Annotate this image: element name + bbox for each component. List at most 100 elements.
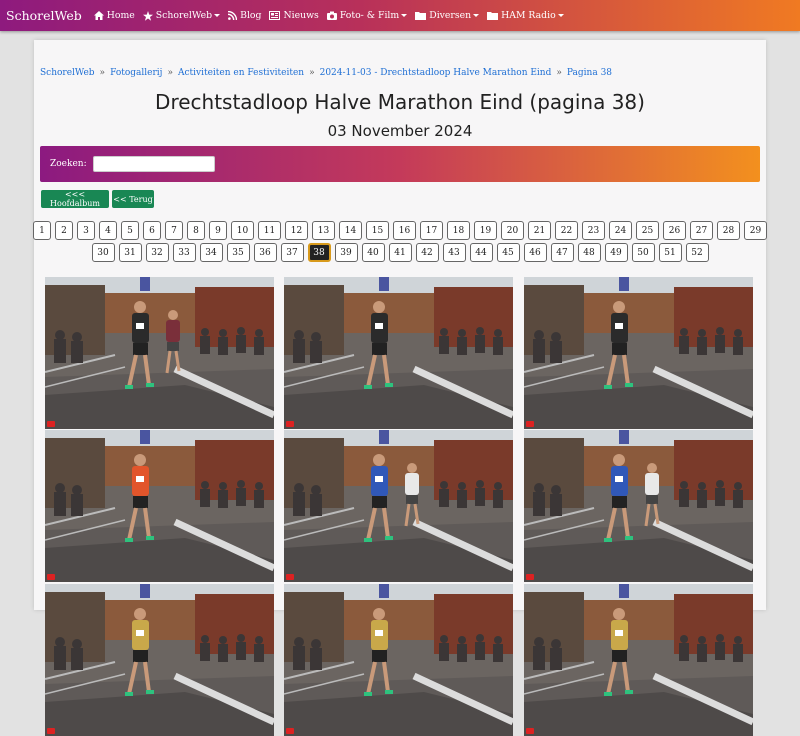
breadcrumb-separator: »	[309, 68, 315, 78]
page-button[interactable]: 37	[280, 243, 304, 262]
nav-schorelweb-dropdown[interactable]: SchorelWeb	[142, 10, 221, 21]
nav-blog-label: Blog	[240, 10, 262, 21]
breadcrumb-current[interactable]: Pagina 38	[567, 68, 612, 78]
page-button[interactable]: 9	[209, 221, 227, 240]
page-button-current[interactable]: 38	[307, 243, 331, 262]
gallery-photo[interactable]	[524, 277, 753, 429]
page-button[interactable]: 20	[501, 221, 524, 240]
page-button[interactable]: 1	[33, 221, 51, 240]
page-button[interactable]: 5	[121, 221, 139, 240]
page-button[interactable]: 42	[415, 243, 439, 262]
folder-icon	[415, 11, 427, 20]
page-button[interactable]: 16	[393, 221, 416, 240]
page-button[interactable]: 36	[253, 243, 277, 262]
page-button[interactable]: 6	[143, 221, 161, 240]
nav-foto-film-dropdown[interactable]: Foto- & Film	[326, 10, 408, 21]
gallery-photo[interactable]	[284, 430, 513, 582]
gallery-photo[interactable]	[284, 277, 513, 429]
top-navbar: SchorelWeb Home SchorelWeb Blog Nieuws F…	[0, 0, 800, 31]
nav-home[interactable]: Home	[93, 10, 135, 21]
page-button[interactable]: 26	[663, 221, 686, 240]
page-button[interactable]: 27	[690, 221, 713, 240]
page-button[interactable]: 23	[582, 221, 605, 240]
page-button[interactable]: 3	[77, 221, 95, 240]
page-button[interactable]: 41	[388, 243, 412, 262]
page-button[interactable]: 4	[99, 221, 117, 240]
breadcrumb: SchorelWeb » Fotogallerij » Activiteiten en …	[40, 68, 612, 78]
page-button[interactable]: 47	[550, 243, 574, 262]
breadcrumb-separator: »	[556, 68, 562, 78]
page-date: 03 November 2024	[327, 122, 473, 140]
page-button[interactable]: 29	[744, 221, 767, 240]
page-button[interactable]: 40	[361, 243, 385, 262]
page-button[interactable]: 25	[636, 221, 659, 240]
page-button[interactable]: 39	[334, 243, 358, 262]
page-button[interactable]: 14	[339, 221, 362, 240]
page-button[interactable]: 51	[658, 243, 682, 262]
page-button[interactable]: 34	[199, 243, 223, 262]
page-button[interactable]: 19	[474, 221, 497, 240]
page-button[interactable]: 49	[604, 243, 628, 262]
page-button[interactable]: 31	[118, 243, 142, 262]
nav-diversen-dropdown[interactable]: Diversen	[415, 10, 480, 21]
page-button[interactable]: 15	[366, 221, 389, 240]
breadcrumb-separator: »	[167, 68, 173, 78]
page-button[interactable]: 28	[717, 221, 740, 240]
gallery-photo[interactable]	[45, 584, 274, 736]
photo-badge-icon	[47, 574, 55, 580]
page-button[interactable]: 22	[555, 221, 578, 240]
photo-badge-icon	[526, 574, 534, 580]
chevron-down-icon	[401, 14, 408, 17]
photo-badge-icon	[47, 421, 55, 427]
search-input[interactable]	[92, 156, 215, 172]
page-button[interactable]: 45	[496, 243, 520, 262]
page-button[interactable]: 43	[442, 243, 466, 262]
page-button[interactable]: 17	[420, 221, 443, 240]
page-button[interactable]: 30	[91, 243, 115, 262]
nav-home-label: Home	[106, 10, 135, 21]
page-button[interactable]: 44	[469, 243, 493, 262]
page-button[interactable]: 7	[165, 221, 183, 240]
nav-nieuws[interactable]: Nieuws	[269, 10, 319, 21]
star-icon	[142, 10, 153, 21]
gallery-photo[interactable]	[524, 430, 753, 582]
breadcrumb-link[interactable]: 2024-11-03 - Drechtstadloop Halve Marath…	[320, 68, 552, 78]
pagination-row: 1 2 3 4 5 6 7 8 9 10 11 12 13 14 15 16 17 18 19 20 21 22 23 24 2…	[0, 221, 800, 240]
breadcrumb-link[interactable]: Fotogallerij	[110, 68, 162, 78]
back-button[interactable]: << Terug	[112, 190, 154, 208]
page-button[interactable]: 13	[312, 221, 335, 240]
nav-foto-film-label: Foto- & Film	[339, 10, 400, 21]
breadcrumb-link[interactable]: SchorelWeb	[40, 68, 95, 78]
page-button[interactable]: 10	[231, 221, 254, 240]
folder-icon	[487, 11, 499, 20]
page-button[interactable]: 50	[631, 243, 655, 262]
nav-ham-radio-dropdown[interactable]: HAM Radio	[487, 10, 564, 21]
page-button[interactable]: 35	[226, 243, 250, 262]
gallery-photo[interactable]	[524, 584, 753, 736]
page-button[interactable]: 33	[172, 243, 196, 262]
page-button[interactable]: 24	[609, 221, 632, 240]
page-button[interactable]: 18	[447, 221, 470, 240]
page-button[interactable]: 11	[258, 221, 281, 240]
nav-ham-radio-label: HAM Radio	[501, 10, 556, 21]
page-button[interactable]: 2	[55, 221, 73, 240]
page-button[interactable]: 32	[145, 243, 169, 262]
gallery-photo[interactable]	[45, 277, 274, 429]
page-button[interactable]: 21	[528, 221, 551, 240]
page-button[interactable]: 52	[685, 243, 709, 262]
page-button[interactable]: 12	[285, 221, 308, 240]
page-button[interactable]: 46	[523, 243, 547, 262]
chevron-down-icon	[473, 14, 480, 17]
page-button[interactable]: 48	[577, 243, 601, 262]
camera-icon	[326, 11, 337, 20]
breadcrumb-link[interactable]: Activiteiten en Festiviteiten	[178, 68, 304, 78]
nav-blog[interactable]: Blog	[228, 10, 261, 21]
page-title: Drechtstadloop Halve Marathon Eind (pagi…	[155, 90, 645, 114]
main-album-button[interactable]: <<< Hoofdalbum	[41, 190, 109, 208]
brand-link[interactable]: SchorelWeb	[6, 8, 82, 23]
gallery-photo[interactable]	[45, 430, 274, 582]
nav-diversen-label: Diversen	[429, 10, 472, 21]
gallery-photo[interactable]	[284, 584, 513, 736]
page-button[interactable]: 8	[187, 221, 205, 240]
photo-badge-icon	[526, 421, 534, 427]
